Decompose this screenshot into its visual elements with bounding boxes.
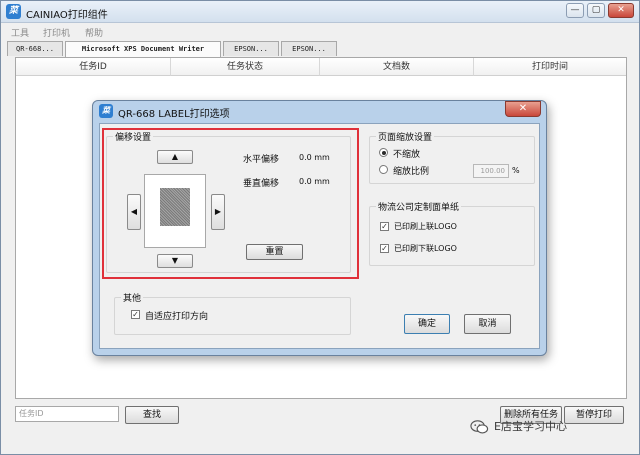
scale-ratio-radio[interactable]	[379, 165, 388, 174]
maximize-button[interactable]: ▢	[587, 3, 605, 18]
task-id-input[interactable]: 任务ID	[15, 406, 119, 422]
scale-ratio-input[interactable]: 100.00	[473, 164, 509, 178]
col-print-time[interactable]: 打印时间	[474, 58, 626, 76]
col-task-id[interactable]: 任务ID	[16, 58, 171, 76]
cancel-button[interactable]: 取消	[464, 314, 511, 334]
window-title: CAINIAO打印组件	[26, 10, 108, 21]
upper-logo-label: 已印刷上联LOGO	[394, 222, 457, 231]
print-options-dialog: 菜 QR-668 LABEL打印选项 ✕ 偏移设置 ▲ ▼ ◀ ▶ 水平偏移 0…	[92, 100, 547, 356]
tab-xps-writer[interactable]: Microsoft XPS Document Writer	[65, 41, 221, 57]
menu-printer[interactable]: 打印机	[43, 26, 70, 39]
tab-epson-2[interactable]: EPSON...	[281, 41, 337, 56]
scale-ratio-unit: %	[512, 166, 520, 175]
dialog-body: 偏移设置 ▲ ▼ ◀ ▶ 水平偏移 0.0 mm 垂直偏移 0.0 mm 重置 …	[99, 123, 540, 349]
lower-logo-checkbox[interactable]: ✓	[380, 244, 389, 253]
dialog-titlebar[interactable]: 菜 QR-668 LABEL打印选项 ✕	[93, 101, 546, 121]
lower-logo-label: 已印刷下联LOGO	[394, 244, 457, 253]
dialog-app-icon: 菜	[99, 104, 113, 118]
menu-tools[interactable]: 工具	[11, 26, 29, 39]
page-scale-group: 页面缩放设置 不缩放 缩放比例 100.00 %	[369, 130, 535, 184]
wechat-icon	[470, 420, 489, 434]
find-button[interactable]: 查找	[125, 406, 179, 424]
window-titlebar[interactable]: 菜 CAINIAO打印组件 — ▢ ✕	[1, 1, 639, 23]
scale-ratio-label: 缩放比例	[393, 167, 430, 177]
tab-epson-1[interactable]: EPSON...	[223, 41, 279, 56]
dialog-title: QR-668 LABEL打印选项	[118, 109, 230, 120]
logistics-paper-label: 物流公司定制面单纸	[376, 200, 462, 213]
col-doc-count[interactable]: 文档数	[320, 58, 474, 76]
minimize-button[interactable]: —	[566, 3, 584, 18]
watermark: E店宝学习中心	[470, 418, 567, 436]
menu-bar: 工具 打印机 帮助	[1, 23, 639, 39]
page-scale-label: 页面缩放设置	[376, 130, 435, 143]
menu-help[interactable]: 帮助	[85, 26, 103, 39]
highlight-box	[102, 128, 359, 279]
ok-button[interactable]: 确定	[404, 314, 450, 334]
col-task-status[interactable]: 任务状态	[171, 58, 320, 76]
window-close-button[interactable]: ✕	[608, 3, 634, 18]
logistics-paper-group: 物流公司定制面单纸 ✓ 已印刷上联LOGO ✓ 已印刷下联LOGO	[369, 200, 535, 266]
tab-qr668[interactable]: QR-668...	[7, 41, 63, 56]
other-group-label: 其他	[121, 291, 144, 304]
no-scale-radio[interactable]	[379, 148, 388, 157]
no-scale-label: 不缩放	[393, 150, 421, 160]
watermark-text: E店宝学习中心	[494, 420, 567, 433]
upper-logo-checkbox[interactable]: ✓	[380, 222, 389, 231]
auto-orientation-label: 自适应打印方向	[145, 312, 209, 322]
dialog-close-button[interactable]: ✕	[505, 101, 541, 117]
auto-orientation-checkbox[interactable]: ✓	[131, 310, 140, 319]
pause-print-button[interactable]: 暂停打印	[564, 406, 624, 424]
other-group: 其他 ✓ 自适应打印方向	[114, 291, 351, 335]
app-icon: 菜	[6, 4, 21, 19]
